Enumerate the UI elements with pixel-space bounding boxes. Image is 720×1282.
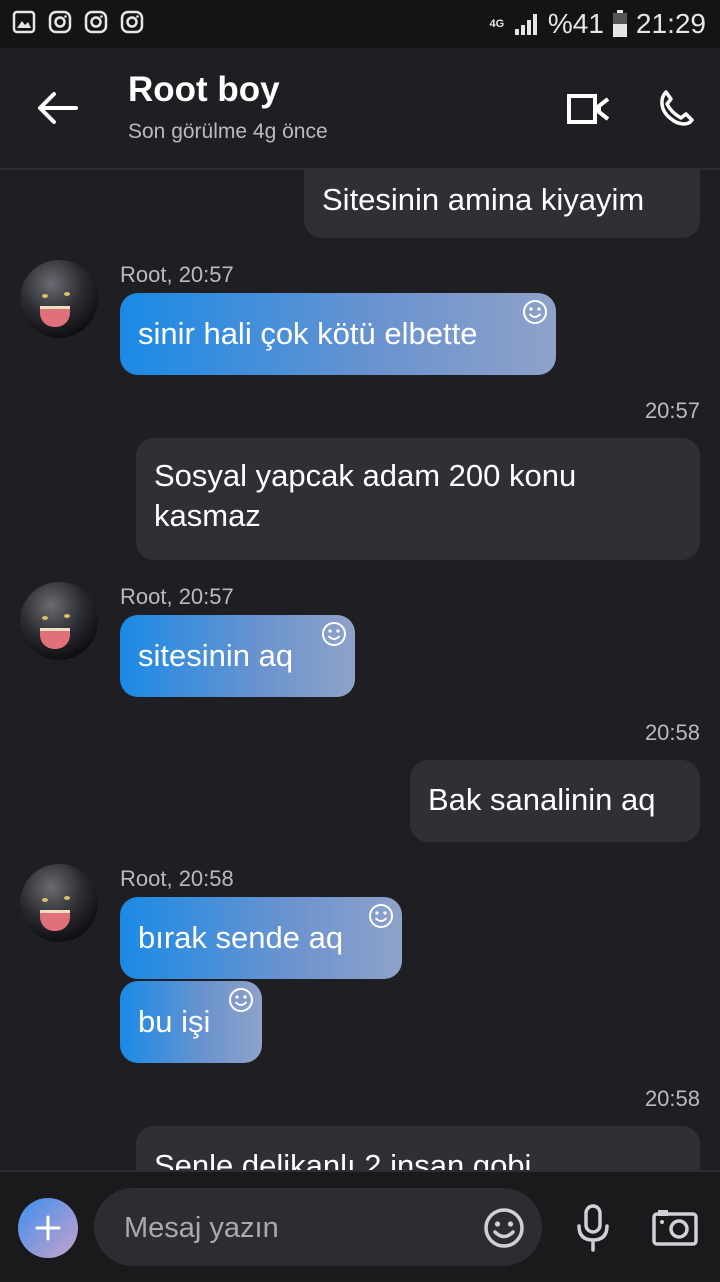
- instagram-icon: [120, 10, 144, 34]
- message-list[interactable]: Sitesinin amina kiyayim Root, 20:57 sini…: [0, 170, 720, 1170]
- message-input-container[interactable]: [94, 1188, 542, 1266]
- battery-percent: %41: [547, 8, 604, 39]
- clock: 21:29: [635, 8, 706, 39]
- message-incoming[interactable]: bırak sende aq: [120, 897, 402, 979]
- message-incoming[interactable]: bu işi: [120, 981, 262, 1063]
- avatar[interactable]: [20, 864, 98, 942]
- avatar-mouth: [40, 628, 70, 649]
- message-text: Senle delikanlı 2 insan gobi: [154, 1148, 532, 1170]
- react-smiley-icon[interactable]: [522, 299, 548, 325]
- chat-header: Root boy Son görülme 4g önce: [0, 48, 720, 170]
- back-arrow-icon[interactable]: [34, 90, 78, 126]
- emoji-icon[interactable]: [482, 1206, 526, 1250]
- message-outgoing[interactable]: Bak sanalinin aq: [410, 760, 700, 842]
- avatar-eye: [42, 616, 48, 620]
- avatar-mouth: [40, 910, 70, 931]
- avatar-mouth: [40, 306, 70, 327]
- message-text: bırak sende aq: [138, 920, 344, 955]
- instagram-icon: [48, 10, 72, 34]
- avatar-eye: [64, 292, 70, 296]
- instagram-icon: [84, 10, 108, 34]
- message-outgoing[interactable]: Sitesinin amina kiyayim: [304, 170, 700, 238]
- battery-icon: [612, 10, 627, 37]
- gallery-icon: [12, 10, 36, 34]
- avatar[interactable]: [20, 582, 98, 660]
- phone-call-icon[interactable]: [656, 88, 696, 128]
- message-incoming[interactable]: sitesinin aq: [120, 615, 355, 697]
- plus-icon: [35, 1215, 61, 1241]
- sender-meta: Root, 20:57: [120, 584, 234, 609]
- microphone-icon[interactable]: [574, 1204, 612, 1252]
- last-seen: Son görülme 4g önce: [128, 120, 328, 143]
- network-type: 4G: [489, 17, 505, 30]
- status-right: 4G %41 21:29: [488, 8, 706, 40]
- sender-meta: Root, 20:58: [120, 866, 234, 891]
- message-text: Sitesinin amina kiyayim: [322, 182, 645, 217]
- avatar-eye: [64, 896, 70, 900]
- video-call-icon[interactable]: [566, 92, 610, 126]
- avatar-eye: [42, 294, 48, 298]
- status-bar: 4G %41 21:29: [0, 0, 720, 48]
- message-timestamp: 20:58: [644, 720, 700, 745]
- message-text: Sosyal yapcak adam 200 konu kasmaz: [154, 458, 577, 533]
- message-text: sinir hali çok kötü elbette: [138, 316, 478, 351]
- add-attachment-button[interactable]: [18, 1198, 78, 1258]
- sender-meta: Root, 20:57: [120, 262, 234, 287]
- camera-icon[interactable]: [652, 1208, 698, 1246]
- message-composer: [0, 1170, 720, 1282]
- notification-icons: [12, 10, 144, 34]
- contact-name[interactable]: Root boy: [128, 70, 280, 110]
- react-smiley-icon[interactable]: [368, 903, 394, 929]
- signal-icon: [514, 14, 537, 35]
- avatar-eye: [64, 614, 70, 618]
- react-smiley-icon[interactable]: [321, 621, 347, 647]
- message-text: bu işi: [138, 1004, 211, 1039]
- avatar[interactable]: [20, 260, 98, 338]
- message-incoming[interactable]: sinir hali çok kötü elbette: [120, 293, 556, 375]
- message-timestamp: 20:58: [644, 1086, 700, 1111]
- message-text: Bak sanalinin aq: [428, 782, 656, 817]
- message-text: sitesinin aq: [138, 638, 294, 673]
- react-smiley-icon[interactable]: [228, 987, 254, 1013]
- message-outgoing[interactable]: Sosyal yapcak adam 200 konu kasmaz: [136, 438, 700, 560]
- message-timestamp: 20:57: [644, 398, 700, 423]
- message-input[interactable]: [122, 1206, 466, 1250]
- message-outgoing[interactable]: Senle delikanlı 2 insan gobi: [136, 1126, 700, 1170]
- avatar-eye: [42, 898, 48, 902]
